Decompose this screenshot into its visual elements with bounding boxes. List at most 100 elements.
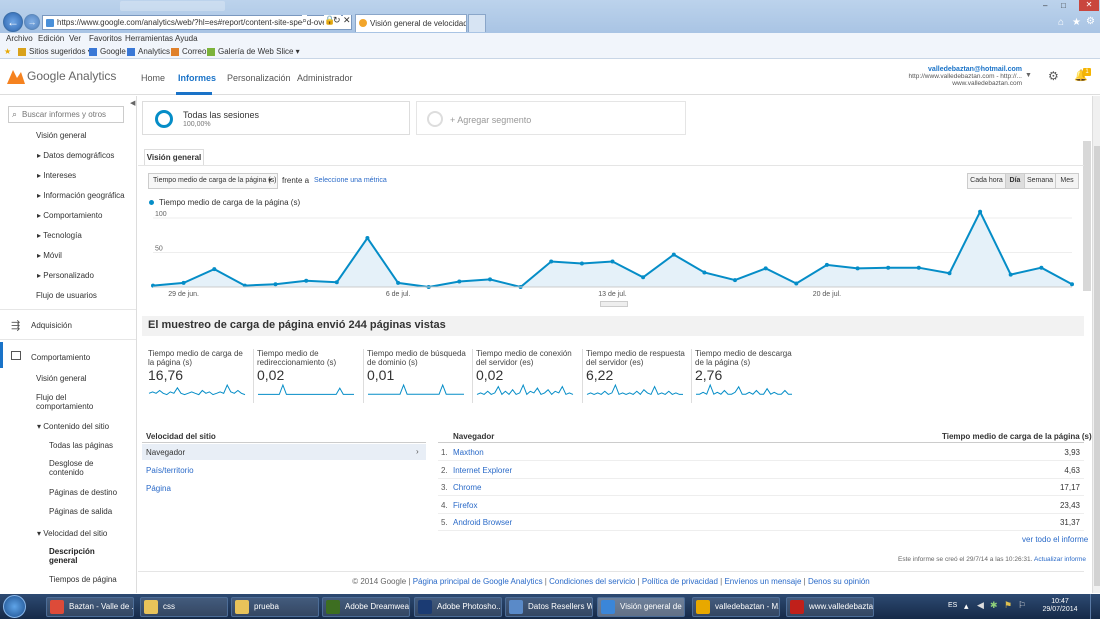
data-point[interactable] <box>886 265 891 270</box>
menu-ayuda[interactable]: Ayuda <box>175 33 198 45</box>
start-button[interactable] <box>3 595 26 618</box>
tray-flag-icon[interactable]: ⚐ <box>1018 600 1026 611</box>
segment-active[interactable]: Todas las sesiones 100,00% <box>142 101 410 135</box>
back-button[interactable]: ← <box>3 12 23 32</box>
data-point[interactable] <box>641 275 646 280</box>
metric-card[interactable]: Tiempo medio de conexión del servidor (e… <box>476 349 578 404</box>
minimize-button[interactable]: – <box>1043 1 1047 10</box>
metric-card[interactable]: Tiempo medio de descarga de la página (s… <box>695 349 797 404</box>
window-scrollbar[interactable] <box>1092 96 1100 593</box>
taskbar-item[interactable]: valledebaztan - M... <box>692 597 780 617</box>
sidebar-item-tecnologia[interactable]: ▸ Tecnología <box>37 231 82 240</box>
fav-google[interactable]: Google <box>100 45 126 59</box>
settings-gear-icon[interactable]: ⚙ <box>1048 69 1059 83</box>
menu-archivo[interactable]: Archivo <box>6 33 33 45</box>
granularity-week[interactable]: Semana <box>1024 173 1056 189</box>
sidebar-item-vision-general-audiencia[interactable]: Visión general <box>36 131 87 140</box>
granularity-month[interactable]: Mes <box>1055 173 1079 189</box>
footer-message[interactable]: Envíenos un mensaje <box>724 577 801 586</box>
data-point[interactable] <box>947 271 952 276</box>
close-window-button[interactable]: ✕ <box>1079 0 1099 11</box>
data-point[interactable] <box>549 259 554 264</box>
taskbar-item[interactable]: Datos Resellers W... <box>505 597 593 617</box>
tray-app-icon[interactable]: ✱ <box>990 600 998 611</box>
sidebar-item-adquisicion[interactable]: Adquisición <box>31 321 72 330</box>
data-point[interactable] <box>733 278 737 283</box>
browser-tab-active[interactable]: Visión general de velocidad... <box>355 14 467 32</box>
browser-name-link[interactable]: Internet Explorer <box>453 466 512 475</box>
data-point[interactable] <box>1070 282 1074 287</box>
granularity-day[interactable]: Día <box>1005 173 1025 189</box>
menu-favoritos[interactable]: Favoritos <box>89 33 122 45</box>
sidebar-item-flujo-comportamiento[interactable]: Flujo del comportamiento <box>36 393 122 411</box>
search-icon[interactable]: ⌕ <box>302 15 308 26</box>
tab-personalizacion[interactable]: Personalización <box>227 73 291 83</box>
tab-informes[interactable]: Informes <box>178 73 216 83</box>
line-chart[interactable]: 100 50 29 de jun. 6 de jul. 13 de jul. 20 de … <box>138 208 1084 308</box>
sidebar-item-velocidad-sitio[interactable]: ▾ Velocidad del sitio <box>37 529 107 538</box>
taskbar-item[interactable]: css <box>140 597 228 617</box>
window-scrollbar-thumb[interactable] <box>1094 146 1100 586</box>
tray-up-icon[interactable]: ▴ <box>964 601 969 612</box>
data-point[interactable] <box>671 252 676 257</box>
chart-resize-handle[interactable] <box>600 301 628 307</box>
home-icon[interactable]: ⌂ <box>1058 17 1064 28</box>
favorites-star-icon[interactable]: ★ <box>4 45 11 59</box>
sidebar-item-comportamiento-audiencia[interactable]: ▸ Comportamiento <box>37 211 102 220</box>
new-tab-button[interactable] <box>468 14 486 32</box>
menu-ver[interactable]: Ver <box>69 33 81 45</box>
sidebar-item-intereses[interactable]: ▸ Intereses <box>37 171 76 180</box>
sidebar-item-paginas-salida[interactable]: Páginas de salida <box>49 507 112 516</box>
refresh-report-link[interactable]: Actualizar informe <box>1034 556 1086 563</box>
menu-edicion[interactable]: Edición <box>38 33 64 45</box>
collapse-sidebar-icon[interactable]: ◀ <box>130 99 135 107</box>
browser-name-link[interactable]: Maxthon <box>453 448 484 457</box>
data-point[interactable] <box>488 277 492 282</box>
data-point[interactable] <box>396 280 401 285</box>
data-point[interactable] <box>763 266 768 271</box>
data-point[interactable] <box>273 282 278 287</box>
speed-dim-pagina[interactable]: Página <box>146 484 171 493</box>
sidebar-search-box[interactable]: ⌕ <box>8 106 124 123</box>
metric-select[interactable]: Tiempo medio de carga de la página (s) ▼ <box>148 173 278 189</box>
data-point[interactable] <box>916 265 921 270</box>
data-point[interactable] <box>365 236 370 240</box>
sidebar-scrollbar[interactable] <box>136 276 137 593</box>
metric-card[interactable]: Tiempo medio de redireccionamiento (s) 0,… <box>257 349 359 404</box>
data-point[interactable] <box>610 259 615 264</box>
sidebar-item-datos-demograficos[interactable]: ▸ Datos demográficos <box>37 151 114 160</box>
show-desktop-button[interactable] <box>1090 594 1100 619</box>
tab-vision-general[interactable]: Visión general <box>144 149 204 165</box>
footer-terms[interactable]: Condiciones del servicio <box>549 577 635 586</box>
data-point[interactable] <box>212 267 217 272</box>
data-point[interactable] <box>855 266 860 271</box>
view-full-report-link[interactable]: ver todo el informe <box>1022 535 1088 544</box>
taskbar-item[interactable]: Baztan - Valle de ... <box>46 597 134 617</box>
fav-correo[interactable]: Correo <box>182 45 206 59</box>
star-icon[interactable]: ★ <box>1072 17 1081 28</box>
taskbar-item[interactable]: Adobe Dreamwea... <box>322 597 410 617</box>
fav-analytics[interactable]: Analytics <box>138 45 170 59</box>
data-point[interactable] <box>1008 272 1013 277</box>
footer-privacy[interactable]: Política de privacidad <box>642 577 718 586</box>
sidebar-item-todas-paginas[interactable]: Todas las páginas <box>49 441 113 450</box>
data-point[interactable] <box>334 280 339 285</box>
taskbar-item[interactable]: prueba <box>231 597 319 617</box>
refresh-icon[interactable]: ↻ <box>333 15 341 26</box>
gear-icon[interactable]: ⚙ <box>1086 16 1095 27</box>
sidebar-item-comportamiento[interactable]: Comportamiento <box>31 353 90 362</box>
volume-icon[interactable]: ◀ <box>977 600 984 611</box>
browser-name-link[interactable]: Firefox <box>453 501 477 510</box>
taskbar-item[interactable]: Visión general de ... <box>597 597 685 617</box>
chevron-down-icon[interactable]: ▼ <box>1025 72 1032 79</box>
footer-feedback[interactable]: Denos su opinión <box>808 577 870 586</box>
data-point[interactable] <box>702 270 707 275</box>
sidebar-item-tiempos-pagina[interactable]: Tiempos de página <box>49 575 117 584</box>
granularity-hourly[interactable]: Cada hora <box>967 173 1006 189</box>
data-point[interactable] <box>1039 265 1044 270</box>
data-point[interactable] <box>794 281 799 286</box>
tab-home[interactable]: Home <box>141 73 165 83</box>
sidebar-item-descripcion-general[interactable]: Descripción general <box>49 547 119 565</box>
fav-webslice[interactable]: Galería de Web Slice ▾ <box>218 45 300 59</box>
stop-icon[interactable]: ✕ <box>343 15 351 26</box>
